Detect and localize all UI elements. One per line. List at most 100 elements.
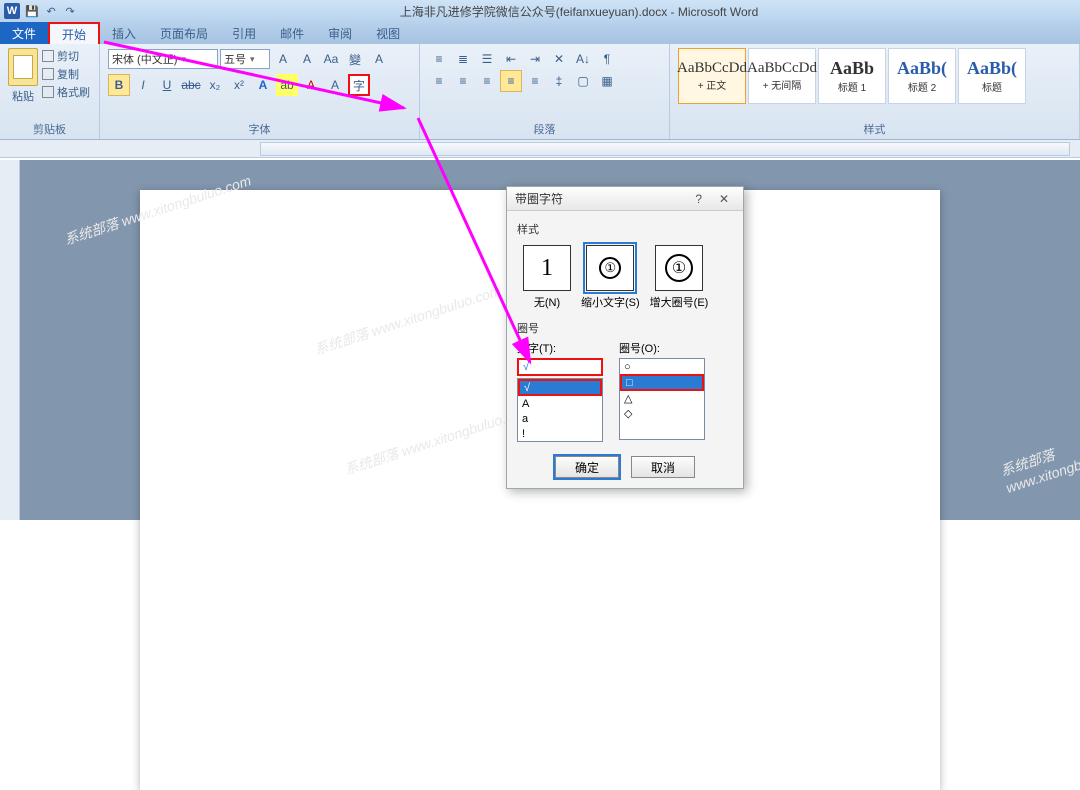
- align-center-button[interactable]: ≡: [452, 70, 474, 92]
- line-spacing-button[interactable]: ‡: [548, 70, 570, 92]
- window-title: 上海非凡进修学院微信公众号(feifanxueyuan).docx - Micr…: [78, 3, 1080, 20]
- copy-icon: [42, 68, 54, 80]
- cancel-button[interactable]: 取消: [631, 456, 695, 478]
- char-border-button[interactable]: A: [368, 48, 390, 70]
- numbering-button[interactable]: ≣: [452, 48, 474, 70]
- style-heading1[interactable]: AaBb 标题 1: [818, 48, 886, 104]
- text-input[interactable]: √: [517, 358, 603, 376]
- superscript-button[interactable]: x²: [228, 74, 250, 96]
- asian-layout-button[interactable]: ✕: [548, 48, 570, 70]
- phonetic-guide-button[interactable]: 變: [344, 48, 366, 70]
- style-title[interactable]: AaBb( 标题: [958, 48, 1026, 104]
- italic-button[interactable]: I: [132, 74, 154, 96]
- styles-gallery[interactable]: AaBbCcDd + 正文 AaBbCcDd + 无间隔 AaBb 标题 1 A…: [678, 48, 1071, 104]
- style-shrink-option[interactable]: ① 缩小文字(S): [581, 245, 640, 310]
- change-case-button[interactable]: Aa: [320, 48, 342, 70]
- ok-button[interactable]: 确定: [555, 456, 619, 478]
- shading-button[interactable]: ▢: [572, 70, 594, 92]
- text-effects-button[interactable]: A: [252, 74, 274, 96]
- dialog-close-button[interactable]: ✕: [713, 192, 735, 206]
- ribbon: 粘贴 剪切 复制 格式刷 剪贴板 宋体 (中文正)▾ 五号▾ A A Aa 變 …: [0, 44, 1080, 140]
- ring-listbox[interactable]: ○ □ △ ◇: [619, 358, 705, 440]
- bold-button[interactable]: B: [108, 74, 130, 96]
- grow-font-button[interactable]: A: [272, 48, 294, 70]
- text-label: 文字(T):: [517, 340, 603, 356]
- tab-home[interactable]: 开始: [48, 22, 100, 44]
- title-bar: W 💾 ↶ ↷ 上海非凡进修学院微信公众号(feifanxueyuan).doc…: [0, 0, 1080, 22]
- increase-indent-button[interactable]: ⇥: [524, 48, 546, 70]
- show-marks-button[interactable]: ¶: [596, 48, 618, 70]
- style-shrink-label: 缩小文字(S): [581, 294, 640, 310]
- char-shading-button[interactable]: A: [324, 74, 346, 96]
- horizontal-ruler[interactable]: [0, 140, 1080, 158]
- strike-button[interactable]: abc: [180, 74, 202, 96]
- group-label-styles: 样式: [678, 119, 1071, 137]
- paste-icon: [8, 48, 38, 86]
- style-shrink-preview: ①: [586, 245, 634, 291]
- style-none-option[interactable]: 1 无(N): [523, 245, 571, 310]
- paste-button[interactable]: 粘贴: [8, 48, 38, 104]
- style-normal[interactable]: AaBbCcDd + 正文: [678, 48, 746, 104]
- multilevel-button[interactable]: ☰: [476, 48, 498, 70]
- dialog-help-button[interactable]: ?: [688, 192, 710, 206]
- paste-label: 粘贴: [12, 88, 34, 104]
- decrease-indent-button[interactable]: ⇤: [500, 48, 522, 70]
- tab-review[interactable]: 审阅: [316, 22, 364, 44]
- ribbon-tabs: 文件 开始 插入 页面布局 引用 邮件 审阅 视图: [0, 22, 1080, 44]
- undo-icon[interactable]: ↶: [43, 3, 59, 19]
- group-styles: AaBbCcDd + 正文 AaBbCcDd + 无间隔 AaBb 标题 1 A…: [670, 44, 1080, 139]
- style-enlarge-option[interactable]: ① 增大圈号(E): [650, 245, 709, 310]
- borders-button[interactable]: ▦: [596, 70, 618, 92]
- tab-mailings[interactable]: 邮件: [268, 22, 316, 44]
- list-item[interactable]: □: [620, 374, 704, 391]
- tab-file[interactable]: 文件: [0, 22, 48, 44]
- style-heading2[interactable]: AaBb( 标题 2: [888, 48, 956, 104]
- qat-buttons: 💾 ↶ ↷: [24, 3, 78, 19]
- align-justify-button[interactable]: ≡: [500, 70, 522, 92]
- group-label-paragraph: 段落: [428, 119, 661, 137]
- font-size-combo[interactable]: 五号▾: [220, 49, 270, 69]
- brush-icon: [42, 86, 54, 98]
- list-item[interactable]: ◇: [620, 406, 704, 421]
- ring-label: 圈号(O):: [619, 340, 705, 356]
- bullets-button[interactable]: ≡: [428, 48, 450, 70]
- save-icon[interactable]: 💾: [24, 3, 40, 19]
- align-distribute-button[interactable]: ≡: [524, 70, 546, 92]
- group-label-clipboard: 剪贴板: [8, 119, 91, 137]
- quick-access-toolbar: W 💾 ↶ ↷: [4, 3, 78, 19]
- list-item[interactable]: !: [518, 426, 602, 441]
- font-color-button[interactable]: A: [300, 74, 322, 96]
- redo-icon[interactable]: ↷: [62, 3, 78, 19]
- list-item[interactable]: ○: [620, 359, 704, 374]
- tab-insert[interactable]: 插入: [100, 22, 148, 44]
- cut-button[interactable]: 剪切: [42, 48, 90, 64]
- font-family-combo[interactable]: 宋体 (中文正)▾: [108, 49, 218, 69]
- list-item[interactable]: A: [518, 396, 602, 411]
- enclosed-char-button[interactable]: 字: [348, 74, 370, 96]
- group-label-font: 字体: [108, 119, 411, 137]
- tab-references[interactable]: 引用: [220, 22, 268, 44]
- align-left-button[interactable]: ≡: [428, 70, 450, 92]
- dialog-titlebar[interactable]: 带圈字符 ? ✕: [507, 187, 743, 211]
- underline-button[interactable]: U: [156, 74, 178, 96]
- copy-button[interactable]: 复制: [42, 66, 90, 82]
- sort-button[interactable]: A↓: [572, 48, 594, 70]
- word-app-icon: W: [4, 3, 20, 19]
- vertical-ruler[interactable]: [0, 160, 20, 520]
- style-nospacing[interactable]: AaBbCcDd + 无间隔: [748, 48, 816, 104]
- tab-view[interactable]: 视图: [364, 22, 412, 44]
- section-style-label: 样式: [517, 221, 733, 237]
- text-listbox[interactable]: √ A a !: [517, 378, 603, 442]
- list-item[interactable]: a: [518, 411, 602, 426]
- list-item[interactable]: △: [620, 391, 704, 406]
- list-item[interactable]: √: [518, 379, 602, 396]
- subscript-button[interactable]: x₂: [204, 74, 226, 96]
- format-painter-button[interactable]: 格式刷: [42, 84, 90, 100]
- shrink-font-button[interactable]: A: [296, 48, 318, 70]
- tab-pagelayout[interactable]: 页面布局: [148, 22, 220, 44]
- group-clipboard: 粘贴 剪切 复制 格式刷 剪贴板: [0, 44, 100, 139]
- dialog-title: 带圈字符: [515, 190, 563, 207]
- group-font: 宋体 (中文正)▾ 五号▾ A A Aa 變 A B I U abc x₂ x²…: [100, 44, 420, 139]
- align-right-button[interactable]: ≡: [476, 70, 498, 92]
- highlight-button[interactable]: ab: [276, 74, 298, 96]
